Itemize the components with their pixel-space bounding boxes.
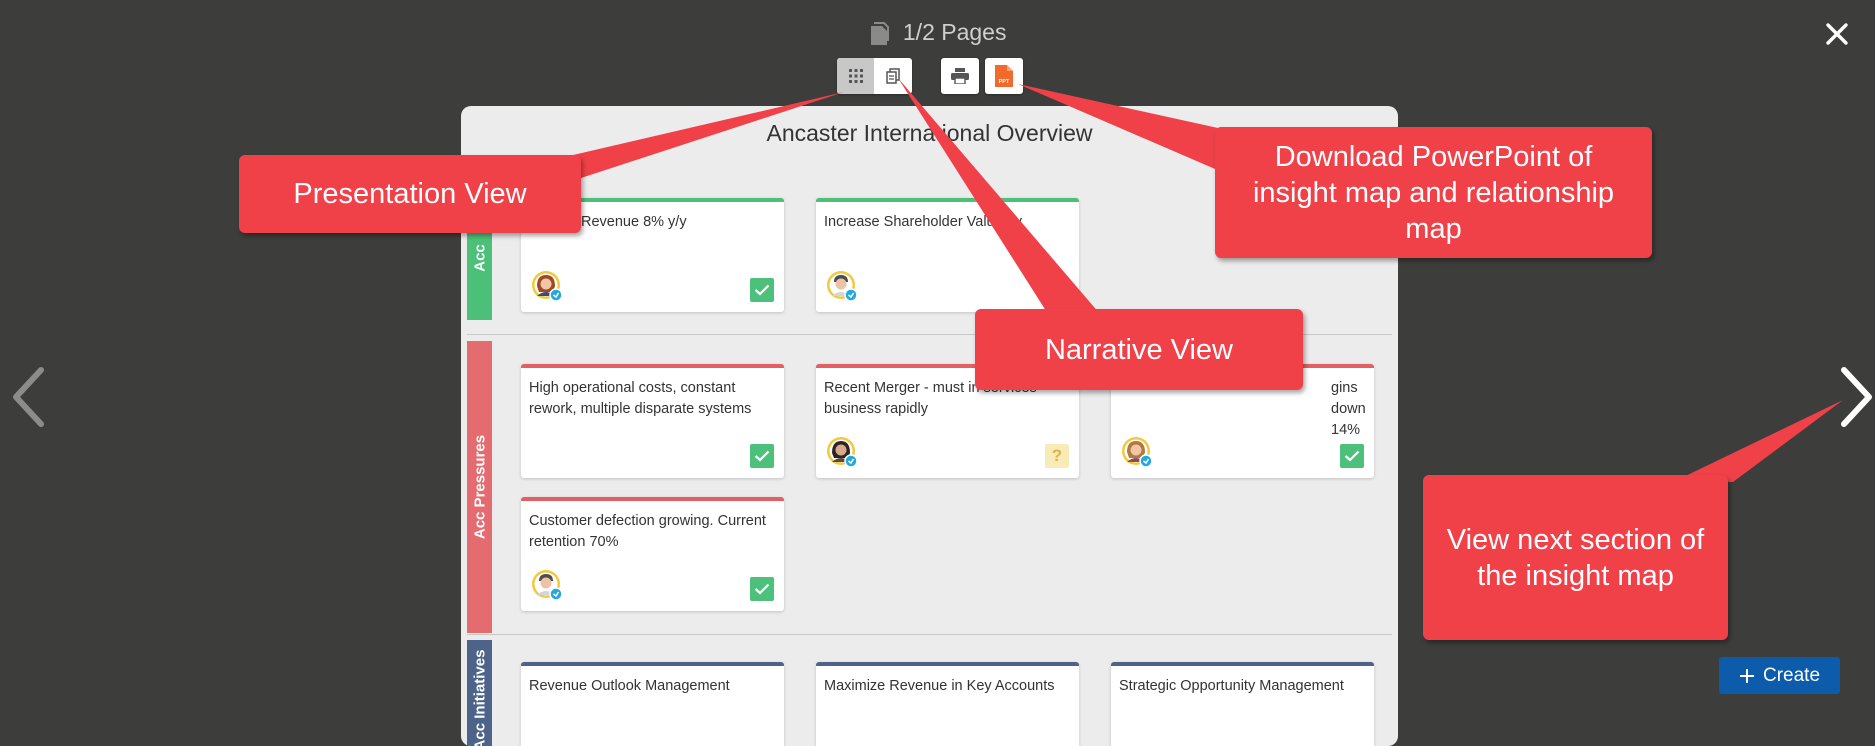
- card-text: gins down 14%: [1331, 380, 1366, 438]
- approved-check-icon[interactable]: [750, 444, 774, 468]
- previous-section-button[interactable]: [6, 362, 50, 432]
- lane-label-acc-pressures: Acc Pressures: [467, 341, 492, 633]
- card-text: Increase Shareholder Value by: [824, 214, 1023, 230]
- approved-check-icon[interactable]: [750, 278, 774, 302]
- avatar[interactable]: [531, 270, 563, 302]
- ppt-file-icon: PPT: [995, 65, 1013, 87]
- insight-card[interactable]: Strategic Opportunity Management: [1111, 662, 1374, 746]
- copy-pages-icon: [885, 68, 900, 84]
- next-section-button[interactable]: [1835, 362, 1875, 432]
- callout-narrative-view: Narrative View: [975, 309, 1303, 390]
- card-text: Maximize Revenue in Key Accounts: [824, 678, 1055, 694]
- ppt-file-label: PPT: [999, 79, 1010, 85]
- page-indicator: 1/2 Pages: [0, 16, 1875, 48]
- pages-icon: [869, 21, 889, 46]
- lane-divider: [467, 634, 1392, 635]
- insight-card[interactable]: Customer defection growing. Current rete…: [521, 497, 784, 611]
- question-status-icon[interactable]: ?: [1045, 444, 1069, 468]
- chevron-left-icon: [13, 367, 44, 427]
- callout-next-section: View next section of the insight map: [1423, 475, 1728, 640]
- callout-presentation-view: Presentation View: [239, 155, 581, 233]
- callout-download-ppt: Download PowerPoint of insight map and r…: [1215, 127, 1652, 258]
- close-icon: [1826, 23, 1848, 45]
- approved-check-icon[interactable]: [750, 577, 774, 601]
- plus-icon: [1739, 668, 1754, 683]
- approved-check-icon[interactable]: [1340, 444, 1364, 468]
- page-count-label: 1/2 Pages: [902, 19, 1007, 45]
- create-button-label: Create: [1762, 664, 1821, 686]
- close-button[interactable]: [1821, 18, 1853, 50]
- insight-card[interactable]: High operational costs, constant rework,…: [521, 364, 784, 478]
- print-button[interactable]: [941, 58, 979, 94]
- create-button[interactable]: Create: [1719, 657, 1840, 694]
- insight-card[interactable]: Revenue Outlook Management: [521, 662, 784, 746]
- view-toggle: [837, 58, 912, 94]
- insight-card[interactable]: Increase Shareholder Value by: [816, 198, 1079, 312]
- card-text: Customer defection growing. Current rete…: [529, 513, 766, 550]
- avatar[interactable]: [531, 569, 563, 601]
- card-text: High operational costs, constant rework,…: [529, 380, 752, 417]
- card-text: Strategic Opportunity Management: [1119, 678, 1344, 694]
- presentation-view-button[interactable]: [837, 58, 874, 94]
- printer-icon: [951, 68, 969, 84]
- chevron-right-icon: [1841, 367, 1872, 427]
- approved-check-icon[interactable]: [1045, 278, 1069, 302]
- download-ppt-button[interactable]: PPT: [985, 58, 1023, 94]
- grid-icon: [848, 69, 863, 83]
- lane-label-acc-initiatives: Acc Initiatives: [467, 640, 492, 746]
- insight-card[interactable]: Maximize Revenue in Key Accounts: [816, 662, 1079, 746]
- narrative-view-button[interactable]: [874, 58, 911, 94]
- card-text: Revenue 8% y/y: [581, 214, 687, 230]
- avatar[interactable]: [826, 436, 858, 468]
- avatar[interactable]: [826, 270, 858, 302]
- avatar[interactable]: [1121, 436, 1153, 468]
- card-text: Revenue Outlook Management: [529, 678, 730, 694]
- callout-pointer-next: [1673, 400, 1843, 482]
